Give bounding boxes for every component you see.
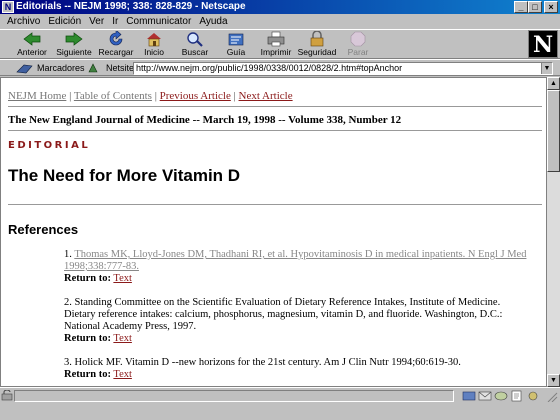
journal-line: The New England Journal of Medicine -- M…	[8, 114, 402, 126]
resize-grip-icon[interactable]	[544, 390, 558, 402]
references-heading: References	[8, 222, 79, 237]
search-button[interactable]: Buscar	[175, 31, 215, 59]
url-dropdown-button[interactable]: ▼	[541, 63, 552, 74]
section-tag-text: Editorial	[8, 140, 91, 151]
section-tag: Editorial	[8, 140, 90, 151]
page-proxy-icon[interactable]	[87, 62, 99, 74]
security-status-icon[interactable]	[1, 390, 13, 401]
status-bar	[0, 387, 560, 403]
reference-citation: Standing Committee on the Scientific Eva…	[64, 297, 503, 332]
scroll-down-button[interactable]: ▼	[547, 374, 560, 387]
page-content[interactable]: NEJM Home | Table of Contents | Previous…	[0, 77, 547, 387]
stop-button[interactable]: Parar	[338, 31, 378, 59]
url-value: http://www.nejm.org/public/1998/0338/001…	[136, 63, 403, 73]
security-lock-icon	[310, 31, 324, 47]
return-label: Return to:	[64, 273, 111, 284]
composer-icon[interactable]	[510, 390, 524, 402]
nejm-home-link[interactable]: NEJM Home	[8, 90, 66, 102]
menu-edicion[interactable]: Edición	[44, 14, 85, 29]
discussion-icon[interactable]	[494, 390, 508, 402]
nav-separator: |	[69, 90, 72, 102]
url-field[interactable]: http://www.nejm.org/public/1998/0338/001…	[133, 62, 553, 75]
previous-article-link[interactable]: Previous Article	[160, 90, 231, 102]
reload-button[interactable]: Recargar	[96, 31, 136, 59]
reference-number: 3.	[64, 357, 72, 368]
home-icon	[147, 33, 161, 47]
stop-icon	[350, 31, 366, 47]
component-bar-icon[interactable]	[462, 390, 476, 402]
return-to-text-link[interactable]: Text	[113, 369, 132, 380]
back-button[interactable]: Anterior	[12, 31, 52, 59]
bookmarks-button[interactable]: Marcadores	[37, 61, 85, 76]
menu-ver[interactable]: Ver	[85, 14, 108, 29]
reference-citation-link[interactable]: Thomas MK, Lloyd-Jones DM, Thadhani RI, …	[64, 249, 526, 272]
window-title: Editorials -- NEJM 1998; 338: 828-829 - …	[16, 1, 246, 12]
menu-ayuda[interactable]: Ayuda	[195, 14, 231, 29]
vertical-scrollbar[interactable]: ▲ ▼	[547, 77, 560, 387]
close-button[interactable]: ×	[544, 1, 558, 13]
reference-item: 3. Holick MF. Vitamin D --new horizons f…	[64, 357, 534, 381]
window-bottom-frame	[0, 403, 560, 420]
menu-bar: Archivo Edición Ver Ir Communicator Ayud…	[0, 14, 560, 29]
reference-item: 1. Thomas MK, Lloyd-Jones DM, Thadhani R…	[64, 249, 534, 285]
scroll-thumb[interactable]	[547, 90, 560, 172]
divider	[8, 106, 542, 107]
netscape-logo: N	[528, 30, 558, 58]
home-button[interactable]: Inicio	[134, 31, 174, 59]
netsite-label: Netsite:	[106, 63, 137, 73]
toc-link[interactable]: Table of Contents	[74, 90, 152, 102]
divider	[8, 130, 542, 131]
minimize-button[interactable]: _	[514, 1, 528, 13]
print-button[interactable]: Imprimir	[256, 31, 296, 59]
reference-item: 2. Standing Committee on the Scientific …	[64, 297, 534, 345]
page-info-icon[interactable]	[526, 390, 540, 402]
divider	[8, 204, 542, 205]
reference-citation: Holick MF. Vitamin D --new horizons for …	[74, 357, 461, 368]
window-controls: _ □ ×	[514, 1, 558, 13]
reference-number: 2.	[64, 297, 72, 308]
scroll-up-button[interactable]: ▲	[547, 77, 560, 90]
mail-icon[interactable]	[478, 390, 492, 402]
navigation-toolbar: Anterior Siguiente Recargar Inicio Busca…	[0, 29, 560, 59]
return-label: Return to:	[64, 369, 111, 380]
location-toolbar: Marcadores Netsite: http://www.nejm.org/…	[0, 59, 560, 76]
nav-separator: |	[154, 90, 157, 102]
status-message-field	[14, 390, 454, 402]
netscape-app-icon: N	[2, 1, 14, 13]
window-titlebar[interactable]: N Editorials -- NEJM 1998; 338: 828-829 …	[0, 0, 560, 14]
article-title: The Need for More Vitamin D	[8, 166, 241, 185]
back-arrow-icon	[23, 32, 41, 46]
reload-icon	[109, 31, 123, 46]
security-button[interactable]: Seguridad	[297, 31, 337, 59]
guide-button[interactable]: Guía	[216, 31, 256, 59]
forward-arrow-icon	[65, 32, 83, 46]
menu-ir[interactable]: Ir	[108, 14, 122, 29]
next-article-link[interactable]: Next Article	[239, 90, 293, 102]
return-to-text-link[interactable]: Text	[113, 333, 132, 344]
reference-number: 1.	[64, 249, 72, 260]
menu-communicator[interactable]: Communicator	[122, 14, 195, 29]
bookmarks-icon[interactable]	[16, 62, 34, 74]
maximize-button[interactable]: □	[528, 1, 542, 13]
return-label: Return to:	[64, 333, 111, 344]
print-icon	[267, 31, 285, 47]
forward-button[interactable]: Siguiente	[54, 31, 94, 59]
menu-archivo[interactable]: Archivo	[3, 14, 44, 29]
article-nav: NEJM Home | Table of Contents | Previous…	[8, 90, 293, 102]
nav-separator: |	[233, 90, 236, 102]
return-to-text-link[interactable]: Text	[113, 273, 132, 284]
guide-icon	[228, 33, 244, 46]
search-icon	[187, 32, 203, 47]
